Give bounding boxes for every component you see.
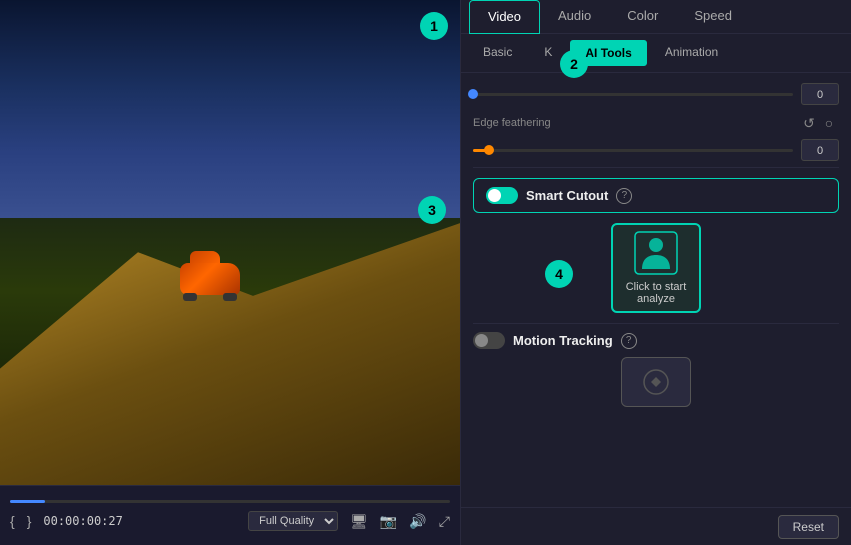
slider-row-1: 0 (473, 83, 839, 105)
subtab-basic[interactable]: Basic (469, 40, 526, 66)
edge-feathering-slider-row: 0 (473, 139, 839, 161)
vehicle-object (175, 251, 245, 301)
video-controls: { } 00:00:00:27 Full Quality 🖥 📷 🔊 ⤢ (0, 485, 460, 545)
analyze-label: Click to start analyze (613, 281, 699, 305)
vehicle-body (180, 263, 240, 295)
bracket-left-icon[interactable]: { (10, 513, 15, 529)
controls-right: Full Quality 🖥 📷 🔊 ⤢ (248, 511, 450, 531)
vehicle-wheel-right (223, 293, 237, 301)
motion-tracking-toggle[interactable] (473, 332, 505, 349)
sub-tabs: Basic K AI Tools Animation (461, 34, 851, 73)
edge-feathering-thumb (484, 145, 494, 155)
tab-color[interactable]: Color (609, 0, 676, 33)
step-badge-2: 2 (560, 50, 588, 78)
camera-icon[interactable]: 📷 (380, 513, 397, 530)
smart-cutout-header: Smart Cutout ? (486, 187, 826, 204)
bracket-right-icon[interactable]: } (27, 513, 32, 529)
volume-icon[interactable]: 🔊 (409, 513, 426, 530)
edge-feathering-track[interactable] (473, 149, 793, 152)
step-badge-4: 4 (545, 260, 573, 288)
smart-cutout-help-icon[interactable]: ? (616, 188, 632, 204)
right-panel: Video Audio Color Speed Basic K AI Tools… (460, 0, 851, 545)
sand-bg (0, 194, 460, 485)
subtab-animation[interactable]: Animation (651, 40, 732, 66)
bottom-bar: Reset (461, 507, 851, 545)
fullscreen-icon[interactable]: ⤢ (439, 513, 450, 530)
smart-cutout-title: Smart Cutout (526, 188, 608, 203)
edge-feathering-row: Edge feathering ↺ ○ (473, 113, 839, 133)
motion-btn-area (473, 357, 839, 407)
edge-feathering-label: Edge feathering (473, 117, 551, 129)
motion-tracking-title: Motion Tracking (513, 333, 613, 348)
step-badge-3: 3 (418, 196, 446, 224)
top-tabs: Video Audio Color Speed (461, 0, 851, 34)
motion-analyze-button[interactable] (621, 357, 691, 407)
undo-icon[interactable]: ○ (819, 113, 839, 133)
edge-feathering-value: 0 (801, 139, 839, 161)
divider-2 (473, 323, 839, 324)
vehicle-wheel-left (183, 293, 197, 301)
smart-cutout-section: Smart Cutout ? (473, 178, 839, 213)
reset-button[interactable]: Reset (778, 515, 839, 539)
sky-bg (0, 0, 460, 218)
tab-speed[interactable]: Speed (676, 0, 750, 33)
tab-audio[interactable]: Audio (540, 0, 609, 33)
timeline-bar[interactable] (10, 500, 450, 503)
motion-tracking-header: Motion Tracking ? (473, 332, 839, 349)
timeline-progress (10, 500, 45, 503)
motion-tracking-section: Motion Tracking ? (473, 332, 839, 407)
panel-content: 0 Edge feathering ↺ ○ 0 (461, 73, 851, 507)
time-display: 00:00:00:27 (43, 514, 122, 528)
slider-track-1[interactable] (473, 93, 793, 96)
controls-left: { } 00:00:00:27 (10, 513, 123, 529)
controls-row: { } 00:00:00:27 Full Quality 🖥 📷 🔊 ⤢ (10, 511, 450, 531)
slider-section-1: 0 (473, 83, 839, 105)
reset-icon[interactable]: ↺ (799, 113, 819, 133)
video-panel: { } 00:00:00:27 Full Quality 🖥 📷 🔊 ⤢ (0, 0, 460, 545)
analyze-button[interactable]: Click to start analyze (611, 223, 701, 313)
monitor-icon[interactable]: 🖥 (350, 513, 368, 530)
tab-video[interactable]: Video (469, 0, 540, 34)
person-silhouette-icon (634, 231, 678, 275)
smart-cutout-knob (488, 189, 501, 202)
quality-select[interactable]: Full Quality (248, 511, 338, 531)
value-box-1: 0 (801, 83, 839, 105)
divider-1 (473, 167, 839, 168)
video-preview (0, 0, 460, 485)
smart-cutout-toggle[interactable] (486, 187, 518, 204)
slider-thumb-1 (468, 89, 478, 99)
motion-tracking-knob (475, 334, 488, 347)
motion-icon (641, 367, 671, 397)
motion-tracking-help-icon[interactable]: ? (621, 333, 637, 349)
step-badge-1: 1 (420, 12, 448, 40)
analyze-btn-container: Click to start analyze (473, 223, 839, 313)
